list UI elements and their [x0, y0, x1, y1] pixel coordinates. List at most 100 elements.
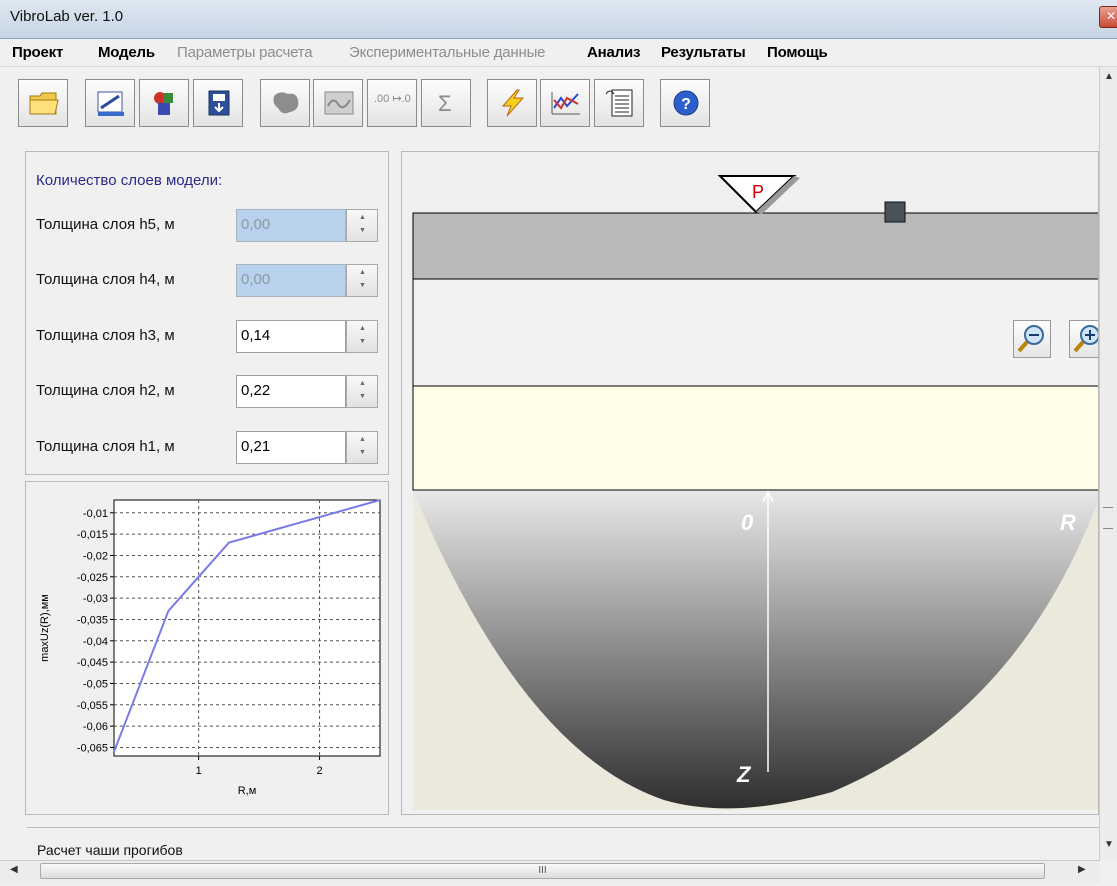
wave-icon	[324, 91, 354, 115]
spin-up-icon[interactable]: ▲	[359, 436, 366, 443]
layer-h3-input[interactable]: 0,14	[236, 320, 346, 353]
spin-up-icon[interactable]: ▲	[359, 325, 366, 332]
x-tick-label: 2	[316, 765, 322, 777]
scroll-left-icon[interactable]: ◀	[10, 864, 18, 875]
vertical-scrollbar[interactable]: ▲ ▼	[1099, 67, 1117, 860]
sum-button[interactable]: Σ	[421, 79, 471, 127]
y-tick-label: -0,06	[83, 721, 108, 733]
layer-h5-spinner[interactable]: ▲ ▼	[346, 209, 378, 242]
scroll-up-icon[interactable]: ▲	[1104, 71, 1114, 82]
y-tick-label: -0,045	[77, 657, 108, 669]
menu-analysis[interactable]: Анализ	[587, 44, 640, 61]
zoom-out-button[interactable]	[1013, 320, 1051, 358]
help-button[interactable]: ?	[660, 79, 710, 127]
chart-icon	[551, 92, 580, 115]
chart-button[interactable]	[540, 79, 590, 127]
spin-down-icon[interactable]: ▼	[359, 393, 366, 400]
y-tick-label: -0,02	[83, 550, 108, 562]
decimal-button[interactable]: .00 ↦.0	[367, 79, 417, 127]
wave-button[interactable]	[313, 79, 363, 127]
edit-model-button[interactable]	[85, 79, 135, 127]
layer-h4-label: Толщина слоя h4, м	[36, 271, 175, 288]
help-icon: ?	[673, 90, 699, 116]
layers-button[interactable]	[139, 79, 189, 127]
spin-down-icon[interactable]: ▼	[359, 449, 366, 456]
x-axis-label: R,м	[238, 785, 257, 797]
menu-help[interactable]: Помощь	[767, 44, 828, 61]
y-tick-label: -0,05	[83, 678, 108, 690]
layer-h5-input[interactable]: 0,00	[236, 209, 346, 242]
toolbar: .00 ↦.0 Σ ?	[0, 67, 1100, 139]
status-bar: Расчет чаши прогибов	[27, 827, 1099, 860]
lightning-icon	[501, 89, 525, 117]
z-axis-label: Z	[736, 762, 752, 787]
layer-h5-label: Толщина слоя h5, м	[36, 216, 175, 233]
zoom-in-button[interactable]	[1069, 320, 1098, 358]
scroll-thumb[interactable]: III	[40, 863, 1045, 879]
report-button[interactable]	[594, 79, 644, 127]
layer-top	[412, 212, 1098, 280]
title-bar: VibroLab ver. 1.0 ✕	[0, 0, 1117, 39]
y-axis-label: maxUz(R),мм	[39, 594, 51, 662]
shape-button[interactable]	[260, 79, 310, 127]
model-view-panel: 0 R Z P	[401, 151, 1099, 815]
zoom-out-icon	[1017, 325, 1044, 353]
menu-bar: Проект Модель Параметры расчета Эксперим…	[0, 39, 1117, 67]
y-tick-label: -0,015	[77, 529, 108, 541]
sensor-marker[interactable]	[884, 201, 906, 223]
load-label: P	[752, 182, 764, 202]
layer-h4-input[interactable]: 0,00	[236, 264, 346, 297]
save-icon	[208, 90, 230, 116]
layer-h3-label: Толщина слоя h3, м	[36, 327, 175, 344]
open-folder-icon	[29, 92, 59, 115]
layer-bottom	[412, 385, 1098, 491]
layer-count-label: Количество слоев модели:	[36, 172, 223, 189]
calculate-button[interactable]	[487, 79, 537, 127]
layers-parameters-panel: Количество слоев модели: Толщина слоя h5…	[25, 151, 389, 475]
y-tick-label: -0,03	[83, 593, 108, 605]
deflection-chart: -0,01 -0,015 -0,02 -0,025 -0,03 -0,035 -0,04 -0…	[39, 499, 381, 797]
decimal-icon: .00 ↦.0	[374, 93, 411, 105]
deflection-chart-panel: -0,01 -0,015 -0,02 -0,025 -0,03 -0,035 -0,04 -0…	[25, 481, 389, 815]
layer-h1-input[interactable]: 0,21	[236, 431, 346, 464]
spin-up-icon[interactable]: ▲	[359, 269, 366, 276]
spin-down-icon[interactable]: ▼	[359, 282, 366, 289]
open-button[interactable]	[18, 79, 68, 127]
close-button[interactable]: ✕	[1099, 6, 1117, 28]
scroll-right-icon[interactable]: ▶	[1078, 864, 1086, 875]
status-text: Расчет чаши прогибов	[37, 842, 183, 858]
y-tick-label: -0,055	[77, 700, 108, 712]
y-tick-label: -0,025	[77, 572, 108, 584]
menu-experimental-data[interactable]: Экспериментальные данные	[349, 44, 546, 61]
zoom-in-icon	[1073, 325, 1098, 353]
layer-h2-label: Толщина слоя h2, м	[36, 382, 175, 399]
menu-project[interactable]: Проект	[12, 44, 63, 61]
spin-up-icon[interactable]: ▲	[359, 380, 366, 387]
horizontal-scrollbar[interactable]: ◀ III ▶	[0, 860, 1100, 883]
layer-h1-spinner[interactable]: ▲ ▼	[346, 431, 378, 464]
layer-h2-spinner[interactable]: ▲ ▼	[346, 375, 378, 408]
spin-down-icon[interactable]: ▼	[359, 227, 366, 234]
svg-text:?: ?	[681, 96, 691, 113]
layer-h3-spinner[interactable]: ▲ ▼	[346, 320, 378, 353]
y-tick-label: -0,01	[83, 508, 108, 520]
menu-model[interactable]: Модель	[98, 44, 155, 61]
spin-down-icon[interactable]: ▼	[359, 338, 366, 345]
menu-results[interactable]: Результаты	[661, 44, 746, 61]
spin-up-icon[interactable]: ▲	[359, 214, 366, 221]
shape-icon	[273, 92, 299, 114]
layer-h4-spinner[interactable]: ▲ ▼	[346, 264, 378, 297]
y-tick-label: -0,065	[77, 742, 108, 754]
sigma-icon: Σ	[438, 91, 452, 116]
menu-calc-params[interactable]: Параметры расчета	[177, 44, 313, 61]
save-button[interactable]	[193, 79, 243, 127]
scroll-down-icon[interactable]: ▼	[1104, 839, 1114, 850]
report-icon	[605, 89, 633, 117]
edit-model-icon	[97, 91, 124, 116]
scroll-grip-icon[interactable]	[1103, 507, 1113, 529]
layer-middle	[412, 278, 1098, 387]
layer-h2-input[interactable]: 0,22	[236, 375, 346, 408]
origin-label: 0	[741, 510, 754, 535]
y-tick-label: -0,04	[83, 636, 108, 648]
y-tick-label: -0,035	[77, 614, 108, 626]
